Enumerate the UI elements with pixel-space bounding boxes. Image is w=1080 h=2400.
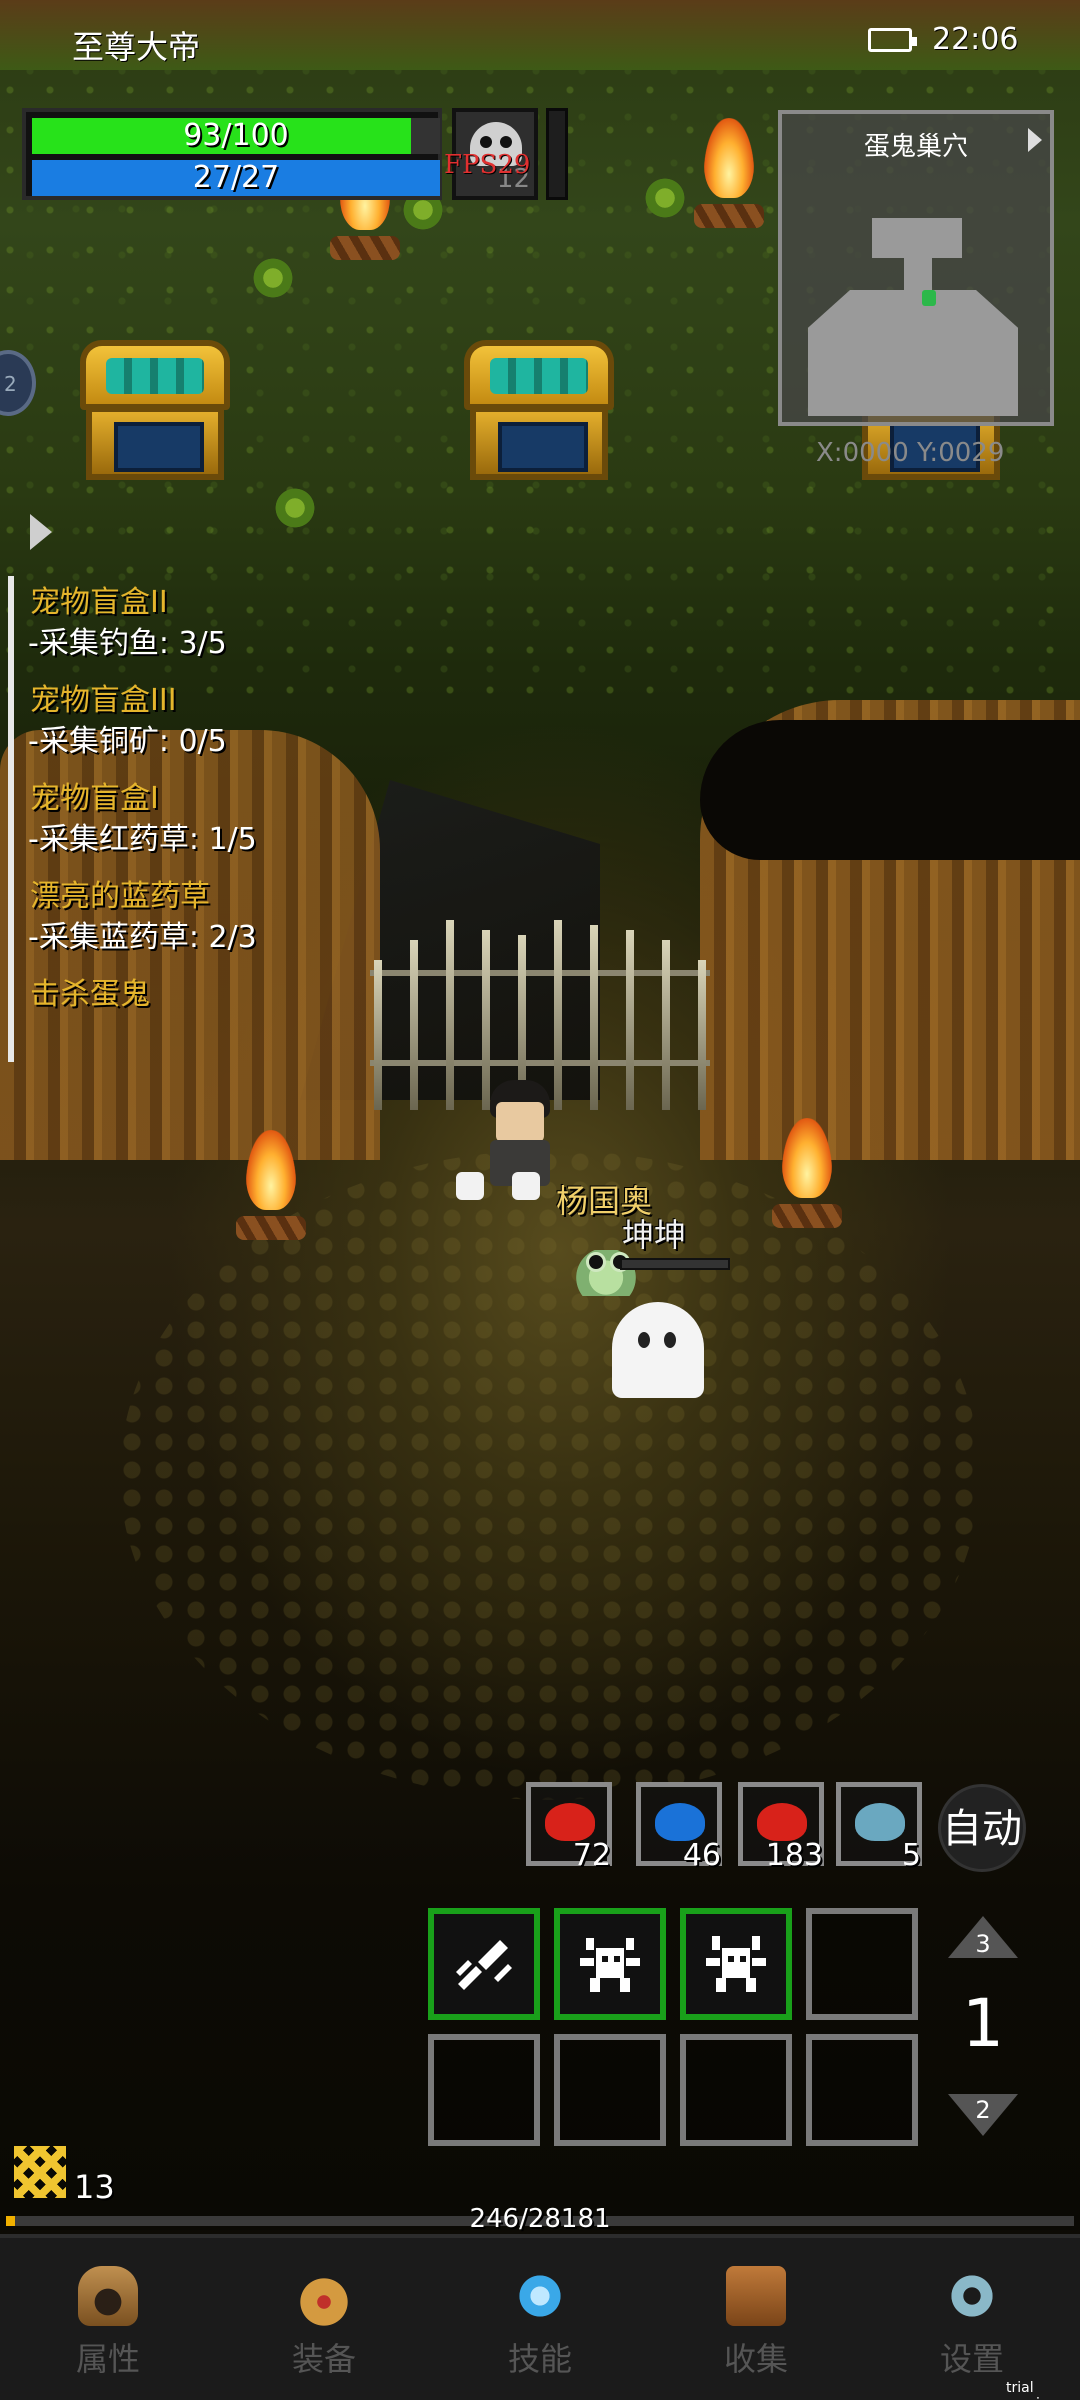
book-icon	[726, 2266, 786, 2326]
fish-icon	[855, 1803, 905, 1841]
bottom-nav: 属性 装备 技能 收集 设置	[0, 2234, 1080, 2400]
player-level: 13	[74, 2168, 115, 2206]
campfire	[694, 118, 764, 228]
leaf-decoration	[270, 488, 320, 528]
nav-label: 属性	[75, 2340, 140, 2378]
quest-list[interactable]: 宠物盲盒II -采集钓鱼: 3/5 宠物盲盒III -采集铜矿: 0/5 宠物盲…	[8, 576, 338, 1062]
item-count: 46	[682, 1838, 721, 1873]
campfire	[236, 1130, 306, 1240]
skill-slot-empty[interactable]	[428, 2034, 540, 2146]
quest-item[interactable]: 宠物盲盒II -采集钓鱼: 3/5	[14, 584, 338, 666]
quest-item[interactable]: 宠物盲盒I -采集红药草: 1/5	[14, 780, 338, 862]
red-meat-icon	[545, 1803, 595, 1841]
quest-title: 宠物盲盒I	[30, 781, 159, 816]
leaf-decoration	[248, 258, 298, 298]
nav-attributes[interactable]: 属性	[0, 2238, 216, 2400]
level-icon	[14, 2146, 66, 2198]
skill-slot-empty[interactable]	[554, 2034, 666, 2146]
leaf-decoration	[640, 178, 690, 218]
helmet-icon	[78, 2266, 138, 2326]
skill-slot[interactable]	[680, 1908, 792, 2020]
battery-icon	[868, 28, 917, 52]
page-up-number: 3	[975, 1930, 991, 1958]
quest-task: -采集红药草: 1/5	[28, 822, 257, 857]
consumable-slot-blue-meat[interactable]: 46	[636, 1782, 722, 1873]
quest-title: 宠物盲盒II	[30, 585, 168, 620]
skill-slot-empty[interactable]	[680, 2034, 792, 2146]
auto-battle-button[interactable]: 自动	[938, 1784, 1026, 1872]
hp-value: 93/100	[183, 118, 289, 153]
minimap-area-name: 蛋鬼巢穴	[863, 132, 968, 162]
nav-label: 装备	[291, 2340, 356, 2378]
quest-panel-toggle-icon[interactable]	[30, 514, 52, 550]
monster-icon	[580, 1938, 640, 1992]
item-count: 5	[901, 1838, 921, 1873]
map-coordinates: X:0000 Y:0029	[816, 438, 1005, 468]
minimap-room	[808, 290, 1018, 416]
pet-health-bar	[620, 1258, 730, 1270]
skill-slot-empty[interactable]	[806, 1908, 918, 2020]
item-count: 183	[765, 1838, 823, 1873]
slash-icon	[456, 1940, 512, 1990]
quest-item[interactable]: 漂亮的蓝药草 -采集蓝药草: 2/3	[14, 878, 338, 960]
bag-icon	[294, 2266, 354, 2326]
clock-time: 22:06	[932, 22, 1019, 57]
skill-page-down-button[interactable]: 2	[948, 2094, 1018, 2138]
app-title: 至尊大帝	[72, 28, 201, 66]
fps-counter: FPS29	[444, 150, 531, 180]
quest-title: 漂亮的蓝药草	[30, 879, 210, 914]
skill-page-number: 1	[962, 1985, 1004, 2062]
quest-title: 宠物盲盒III	[30, 683, 177, 718]
minimap[interactable]: 蛋鬼巢穴	[778, 110, 1054, 426]
nav-skills[interactable]: 技能	[432, 2238, 648, 2400]
mp-bar: 27/27	[32, 160, 440, 196]
hp-bar: 93/100	[32, 118, 440, 154]
gem-icon	[510, 2266, 570, 2326]
minimap-expand-icon[interactable]	[1028, 128, 1042, 152]
quest-title: 击杀蛋鬼	[30, 977, 150, 1012]
xp-value: 246/28181	[469, 2204, 611, 2234]
nav-collection[interactable]: 收集	[648, 2238, 864, 2400]
nav-settings[interactable]: 设置	[864, 2238, 1080, 2400]
mp-value: 27/27	[192, 160, 280, 195]
egg-ghost-enemy[interactable]	[612, 1302, 704, 1398]
skill-page-up-button[interactable]: 3	[948, 1916, 1018, 1960]
skill-slot[interactable]	[554, 1908, 666, 2020]
nav-equipment[interactable]: 装备	[216, 2238, 432, 2400]
nav-label: 收集	[723, 2340, 788, 2378]
minimap-player-marker	[922, 290, 936, 306]
consumable-slot-red-meat[interactable]: 72	[526, 1782, 612, 1873]
side-orb-label: 2	[4, 372, 17, 396]
quest-task: -采集钓鱼: 3/5	[28, 626, 227, 661]
nav-label: 设置	[939, 2340, 1004, 2378]
cobblestone-floor	[120, 1150, 980, 1800]
player-stat-bars: 93/100 27/27	[22, 108, 442, 200]
nav-label: 技能	[507, 2340, 572, 2378]
gear-icon	[942, 2266, 1002, 2326]
item-count: 72	[572, 1838, 611, 1873]
skill-slot[interactable]	[428, 1908, 540, 2020]
quest-item[interactable]: 宠物盲盒III -采集铜矿: 0/5	[14, 682, 338, 764]
treasure-chest[interactable]	[80, 340, 230, 480]
minimap-corridor	[904, 254, 932, 294]
status-bar: 至尊大帝 22:06	[0, 0, 1080, 84]
pet-frog[interactable]	[574, 1250, 638, 1296]
quest-item[interactable]: 击杀蛋鬼	[14, 976, 338, 1014]
consumable-slot-red-meat[interactable]: 183	[738, 1782, 824, 1873]
quest-task: -采集蓝药草: 2/3	[28, 920, 257, 955]
cave-opening	[700, 720, 1080, 860]
monster-icon	[706, 1936, 766, 1992]
consumable-slot-fish[interactable]: 5	[836, 1782, 922, 1873]
quest-task: -采集铜矿: 0/5	[28, 724, 227, 759]
trial-watermark: trial version	[1006, 2380, 1057, 2400]
campfire	[772, 1118, 842, 1228]
treasure-chest[interactable]	[464, 340, 614, 480]
stat-panel-handle[interactable]	[546, 108, 568, 200]
page-down-number: 2	[975, 2096, 991, 2124]
red-meat-icon	[757, 1803, 807, 1841]
skill-slot-empty[interactable]	[806, 2034, 918, 2146]
minimap-room	[872, 218, 962, 258]
blue-meat-icon	[655, 1803, 705, 1841]
